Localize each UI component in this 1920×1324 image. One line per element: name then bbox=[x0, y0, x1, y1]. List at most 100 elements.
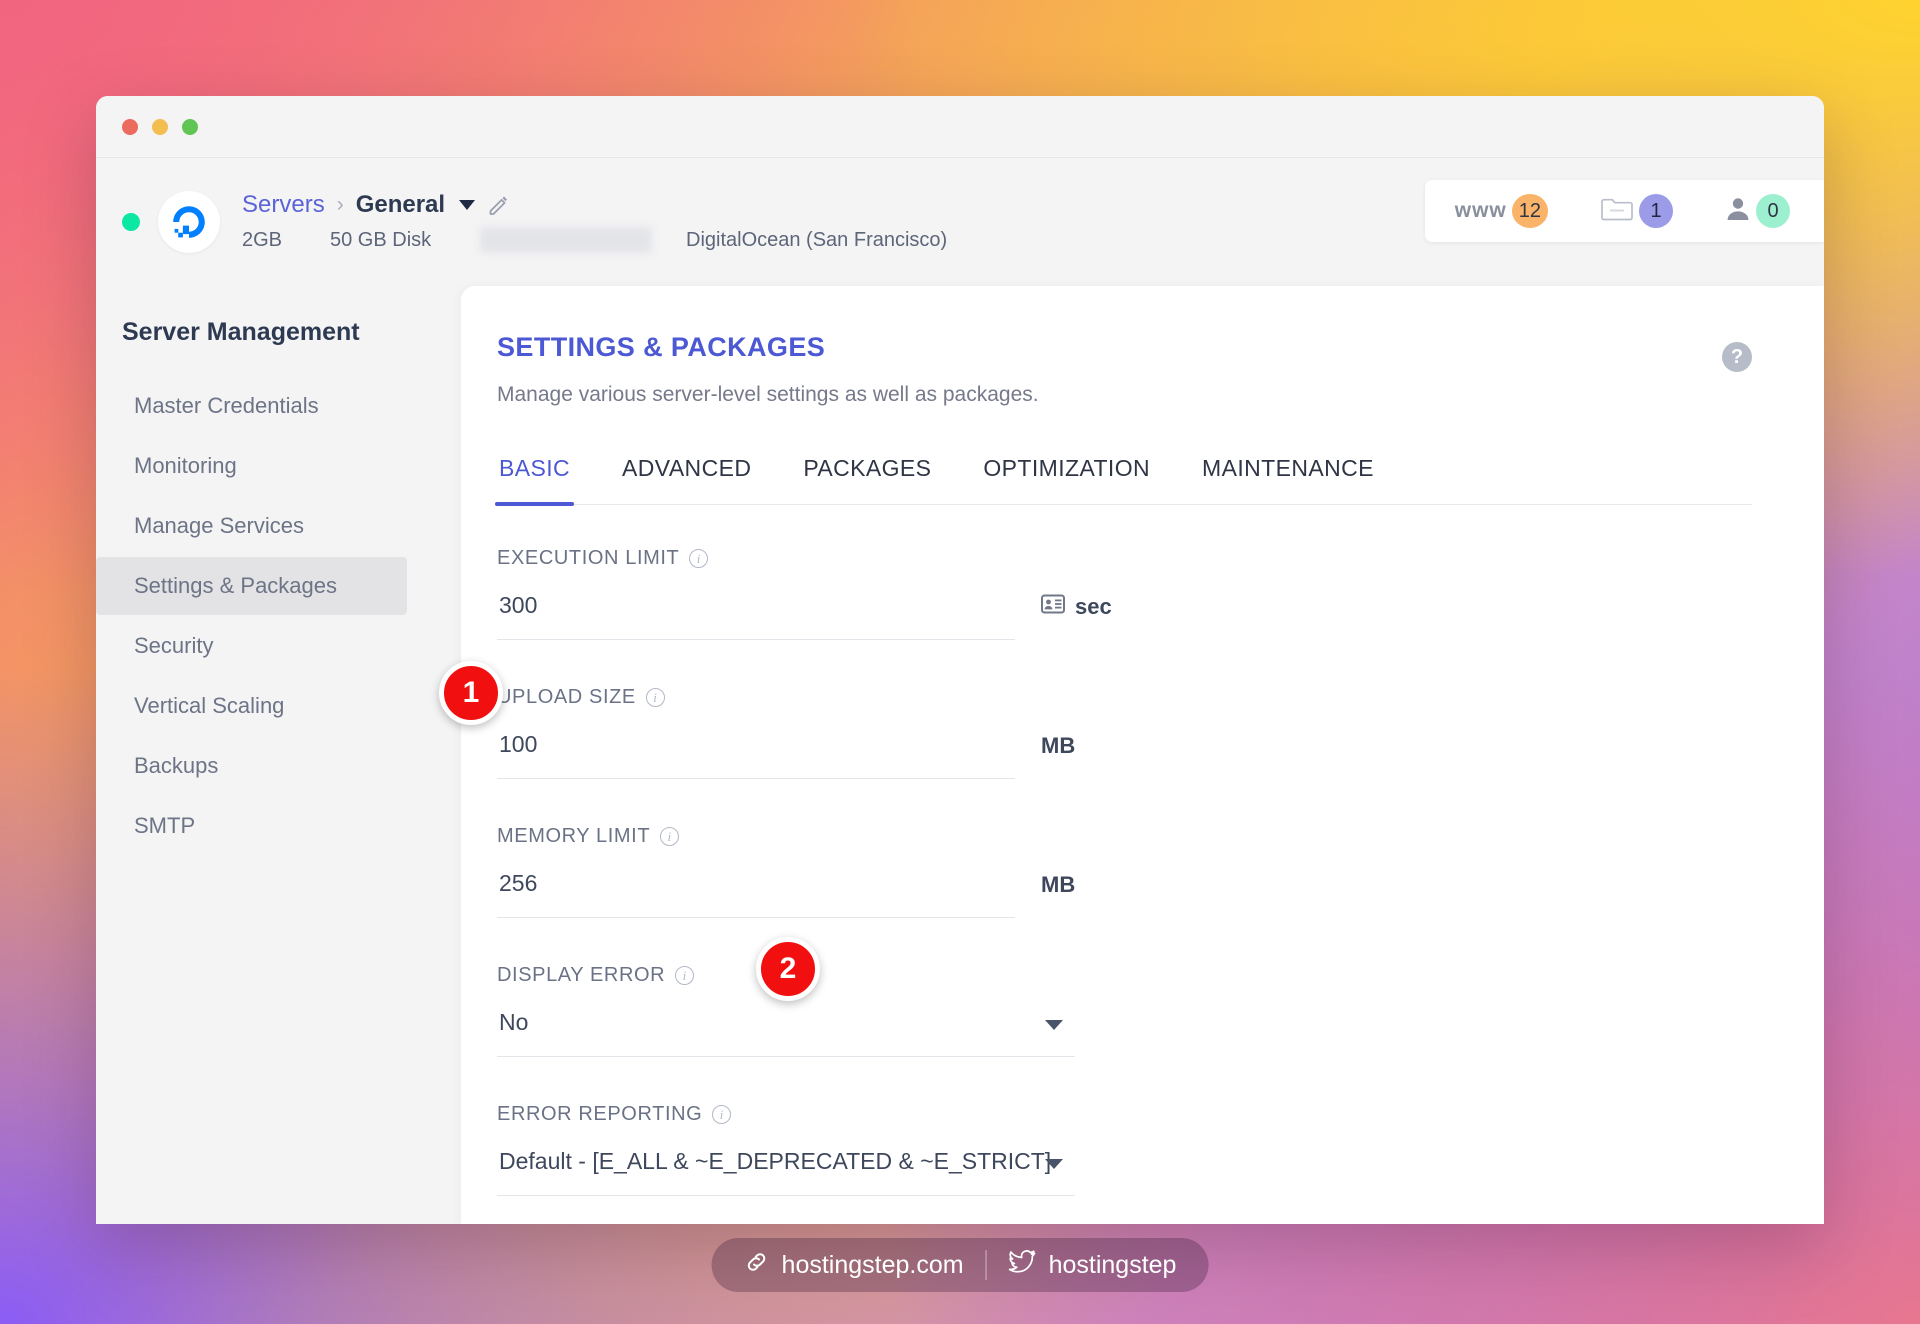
upload-size-input-wrap bbox=[497, 731, 1015, 779]
field-execution-limit: EXECUTION LIMIT i 300 sec bbox=[497, 547, 1824, 640]
info-icon[interactable]: i bbox=[660, 827, 680, 846]
content-split: Server Management Master Credentials Mon… bbox=[96, 286, 1824, 1224]
field-label: EXECUTION LIMIT i bbox=[497, 547, 1824, 570]
memory-limit-unit: MB bbox=[1041, 872, 1076, 897]
server-ip-redacted bbox=[480, 227, 652, 253]
sidebar: Server Management Master Credentials Mon… bbox=[96, 286, 461, 1224]
sidebar-item-label: Vertical Scaling bbox=[134, 693, 285, 718]
watermark-social-label: hostingstep bbox=[1048, 1250, 1177, 1279]
error-reporting-label: ERROR REPORTING bbox=[497, 1103, 703, 1125]
sidebar-item-smtp[interactable]: SMTP bbox=[96, 797, 461, 855]
counter-websites[interactable]: www 12 bbox=[1455, 194, 1548, 228]
upload-size-input[interactable] bbox=[497, 731, 1015, 758]
sidebar-item-label: Settings & Packages bbox=[134, 573, 338, 598]
folders-count-badge: 1 bbox=[1639, 194, 1673, 228]
execution-limit-unit: sec bbox=[1041, 594, 1112, 640]
page-subtitle: Manage various server-level settings as … bbox=[497, 383, 1039, 406]
display-error-select[interactable] bbox=[497, 1009, 1075, 1036]
server-counters-card: www 12 1 0 bbox=[1424, 180, 1824, 242]
field-error-reporting: ERROR REPORTING i bbox=[497, 1103, 1824, 1196]
tab-basic[interactable]: BASIC bbox=[494, 455, 575, 506]
info-icon[interactable]: i bbox=[712, 1105, 732, 1124]
memory-limit-input[interactable] bbox=[497, 870, 1015, 897]
execution-limit-input-wrap bbox=[497, 592, 1015, 640]
browser-window: Servers › General 2GB 50 GB Disk Digital… bbox=[96, 96, 1824, 1224]
field-label: ERROR REPORTING i bbox=[497, 1103, 1824, 1126]
field-label: UPLOAD SIZE i bbox=[497, 686, 1824, 709]
breadcrumb-servers-link[interactable]: Servers bbox=[242, 191, 325, 219]
sidebar-item-label: SMTP bbox=[134, 813, 196, 838]
chevron-down-icon[interactable] bbox=[459, 200, 476, 210]
memory-limit-input-wrap bbox=[497, 870, 1015, 918]
server-meta: Servers › General 2GB 50 GB Disk Digital… bbox=[242, 190, 947, 254]
server-subinfo: 2GB 50 GB Disk DigitalOcean (San Francis… bbox=[242, 226, 947, 254]
sidebar-item-master-credentials[interactable]: Master Credentials bbox=[96, 377, 461, 435]
maximize-window-button[interactable] bbox=[182, 118, 198, 135]
watermark-social: hostingstep bbox=[1008, 1249, 1177, 1282]
server-status-dot bbox=[122, 213, 140, 231]
chevron-down-icon[interactable] bbox=[1045, 1020, 1063, 1030]
window-titlebar bbox=[96, 96, 1824, 158]
sidebar-item-vertical-scaling[interactable]: Vertical Scaling bbox=[96, 677, 461, 735]
users-count-badge: 0 bbox=[1756, 194, 1790, 228]
tab-bar: BASIC ADVANCED PACKAGES OPTIMIZATION MAI… bbox=[494, 455, 1752, 506]
sidebar-item-manage-services[interactable]: Manage Services bbox=[96, 497, 461, 555]
display-error-select-wrap[interactable] bbox=[497, 1009, 1075, 1057]
info-icon[interactable]: i bbox=[645, 688, 665, 707]
field-display-error: DISPLAY ERROR i bbox=[497, 964, 1824, 1057]
breadcrumb-separator: › bbox=[336, 193, 344, 216]
link-icon bbox=[744, 1249, 770, 1282]
breadcrumb: Servers › General bbox=[242, 190, 947, 220]
field-upload-size: UPLOAD SIZE i MB bbox=[497, 686, 1824, 779]
execution-limit-unit-label: sec bbox=[1075, 594, 1112, 619]
info-icon[interactable]: i bbox=[689, 549, 709, 568]
sidebar-item-backups[interactable]: Backups bbox=[96, 737, 461, 795]
error-reporting-select-wrap[interactable] bbox=[497, 1148, 1075, 1196]
field-label: DISPLAY ERROR i bbox=[497, 964, 1824, 987]
twitter-icon bbox=[1008, 1249, 1037, 1282]
execution-limit-input[interactable] bbox=[497, 592, 1015, 619]
settings-panel: ? SETTINGS & PACKAGES Manage various ser… bbox=[461, 286, 1824, 1224]
minimize-window-button[interactable] bbox=[152, 118, 168, 135]
sidebar-item-label: Manage Services bbox=[134, 513, 304, 538]
step-marker-1: 1 bbox=[439, 661, 503, 725]
info-icon[interactable]: i bbox=[675, 966, 695, 985]
websites-count-badge: 12 bbox=[1511, 194, 1548, 228]
user-icon bbox=[1725, 195, 1751, 228]
memory-limit-label: MEMORY LIMIT bbox=[497, 825, 651, 847]
help-question-icon[interactable]: ? bbox=[1722, 342, 1752, 372]
field-memory-limit: MEMORY LIMIT i MB bbox=[497, 825, 1824, 918]
folder-icon bbox=[1600, 195, 1634, 228]
chevron-down-icon[interactable] bbox=[1045, 1159, 1063, 1169]
tab-optimization[interactable]: OPTIMIZATION bbox=[983, 455, 1150, 504]
error-reporting-select[interactable] bbox=[497, 1148, 1075, 1175]
sidebar-item-label: Security bbox=[134, 633, 214, 658]
field-label: MEMORY LIMIT i bbox=[497, 825, 1824, 848]
server-provider: DigitalOcean (San Francisco) bbox=[686, 228, 948, 251]
server-header-bar: Servers › General 2GB 50 GB Disk Digital… bbox=[96, 158, 1824, 286]
sidebar-title: Server Management bbox=[122, 318, 360, 346]
tab-packages[interactable]: PACKAGES bbox=[803, 455, 931, 504]
display-error-label: DISPLAY ERROR bbox=[497, 964, 666, 986]
upload-size-label: UPLOAD SIZE bbox=[497, 686, 636, 708]
upload-size-unit: MB bbox=[1041, 733, 1076, 758]
tab-advanced[interactable]: ADVANCED bbox=[622, 455, 751, 504]
watermark-site: hostingstep.com bbox=[744, 1249, 964, 1282]
watermark-footer: hostingstep.com hostingstep bbox=[711, 1238, 1209, 1292]
tab-maintenance[interactable]: MAINTENANCE bbox=[1202, 455, 1374, 504]
step-marker-2: 2 bbox=[756, 937, 820, 1001]
sidebar-item-monitoring[interactable]: Monitoring bbox=[96, 437, 461, 495]
counter-folders[interactable]: 1 bbox=[1600, 194, 1673, 228]
execution-limit-label: EXECUTION LIMIT bbox=[497, 547, 680, 569]
page-title: SETTINGS & PACKAGES bbox=[497, 332, 826, 362]
watermark-site-label: hostingstep.com bbox=[781, 1250, 964, 1279]
digitalocean-logo bbox=[158, 191, 220, 253]
edit-pencil-icon[interactable] bbox=[487, 194, 509, 216]
breadcrumb-current: General bbox=[355, 191, 446, 218]
sidebar-item-settings-packages[interactable]: Settings & Packages bbox=[96, 557, 407, 615]
www-icon: www bbox=[1454, 199, 1507, 222]
sidebar-item-security[interactable]: Security bbox=[96, 617, 461, 675]
close-window-button[interactable] bbox=[122, 118, 138, 135]
counter-users[interactable]: 0 bbox=[1725, 194, 1790, 228]
watermark-divider bbox=[985, 1250, 987, 1280]
